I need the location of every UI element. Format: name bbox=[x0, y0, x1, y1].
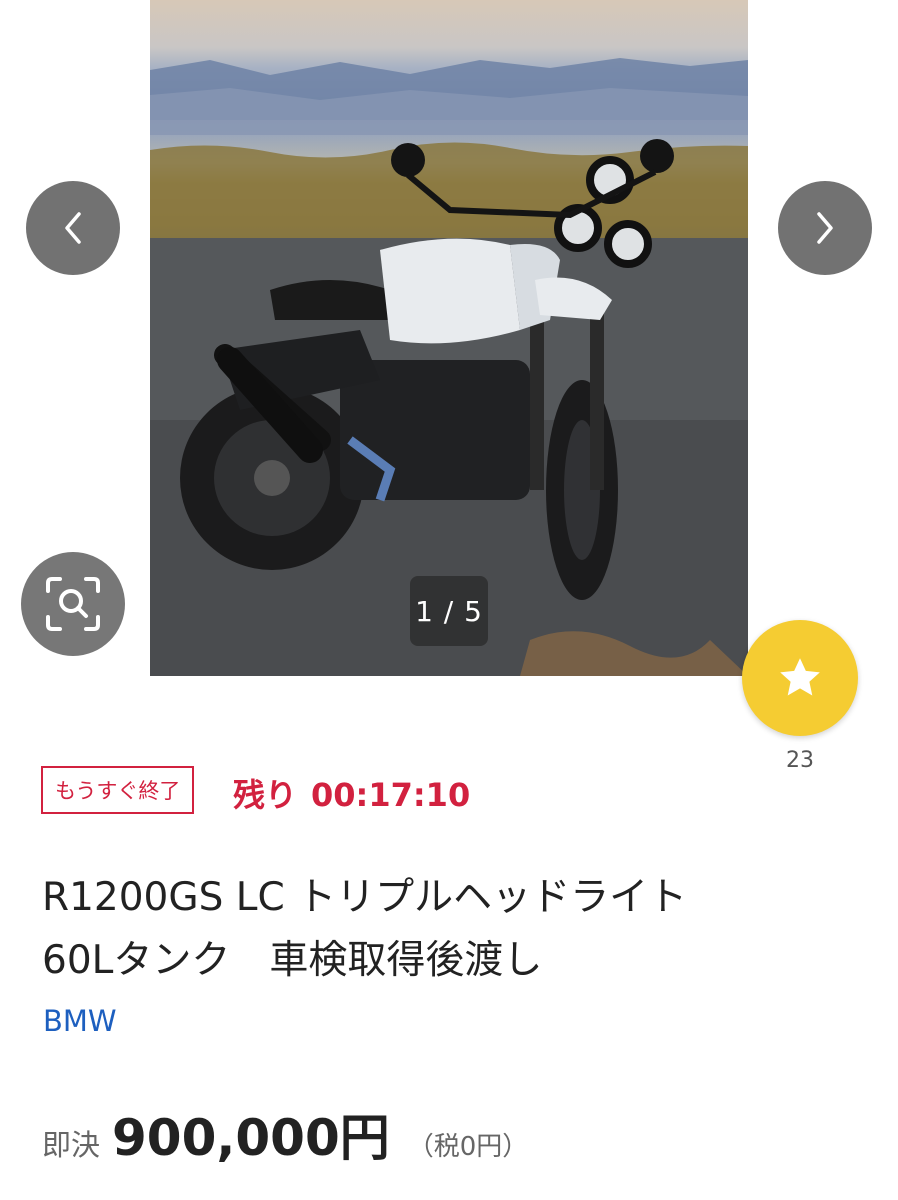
image-search-icon bbox=[46, 577, 100, 631]
image-search-button[interactable] bbox=[21, 552, 125, 656]
watchlist-button[interactable] bbox=[742, 620, 858, 736]
item-title-line2: 60Lタンク 車検取得後渡し bbox=[42, 938, 543, 983]
product-photo[interactable] bbox=[150, 0, 748, 676]
watch-count: 23 bbox=[786, 748, 814, 773]
price-value: 900,000円 bbox=[112, 1109, 390, 1167]
item-title-line1: R1200GS LC トリプルヘッドライト bbox=[42, 875, 688, 920]
buy-now-price: 即決 900,000円 （税0円） bbox=[42, 1098, 529, 1167]
chevron-left-icon bbox=[65, 212, 81, 244]
price-label: 即決 bbox=[42, 1128, 101, 1162]
price-tax: （税0円） bbox=[407, 1132, 529, 1162]
item-page: 1 / 5 23 もうすぐ終了 残り 00:17:10 R1200GS LC トリ… bbox=[0, 0, 898, 1200]
image-counter: 1 / 5 bbox=[410, 576, 488, 646]
item-title: R1200GS LC トリプルヘッドライト 60Lタンク 車検取得後渡し bbox=[42, 866, 762, 992]
brand-link[interactable]: BMW bbox=[43, 1004, 117, 1038]
time-remaining: 残り 00:17:10 bbox=[233, 770, 470, 816]
next-image-button[interactable] bbox=[778, 181, 872, 275]
previous-image-button[interactable] bbox=[26, 181, 120, 275]
chevron-right-icon bbox=[817, 212, 833, 244]
time-remaining-label: 残り bbox=[233, 776, 298, 814]
star-icon bbox=[780, 658, 820, 696]
time-remaining-value: 00:17:10 bbox=[311, 776, 471, 814]
ending-soon-badge: もうすぐ終了 bbox=[41, 766, 195, 814]
